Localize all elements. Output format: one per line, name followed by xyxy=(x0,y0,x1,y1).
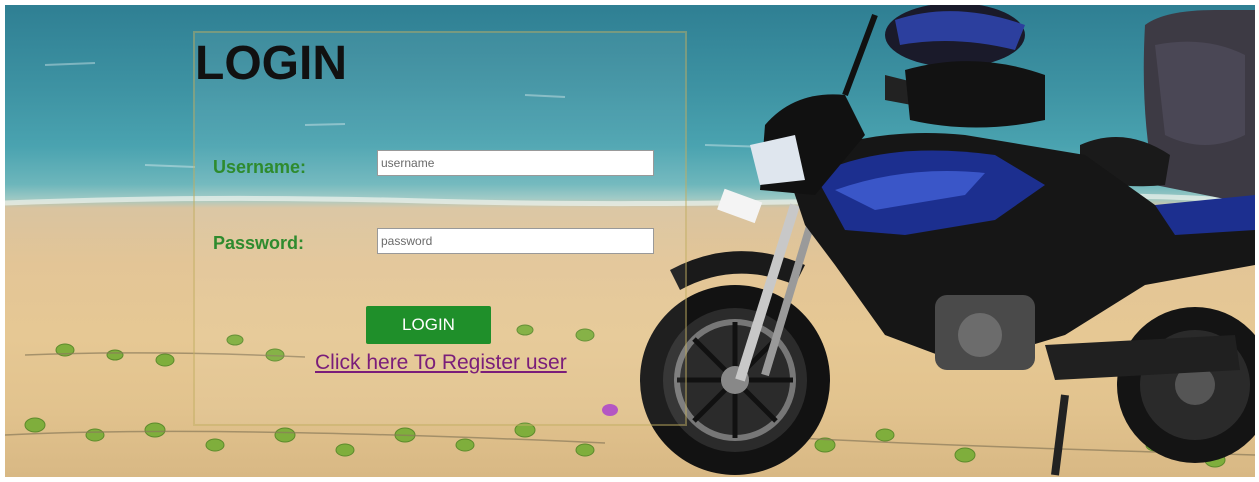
username-label: Username: xyxy=(213,157,307,177)
register-link[interactable]: Click here To Register user xyxy=(315,351,567,375)
login-title: LOGIN xyxy=(195,37,347,90)
password-input[interactable] xyxy=(377,228,654,254)
username-input[interactable] xyxy=(377,150,654,176)
password-label: Password: xyxy=(213,233,305,253)
login-button[interactable]: LOGIN xyxy=(366,306,491,344)
